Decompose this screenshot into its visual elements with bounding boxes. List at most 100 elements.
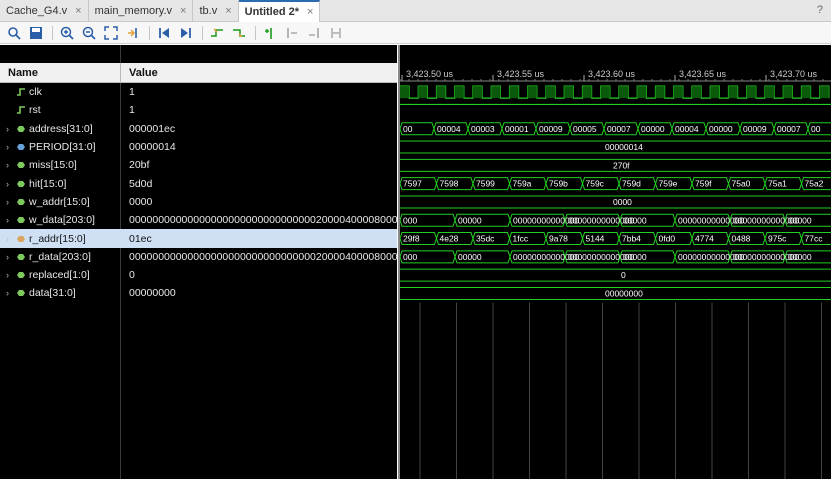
chevron-right-icon[interactable]: › xyxy=(6,234,16,244)
chevron-right-icon[interactable]: › xyxy=(6,215,16,225)
signal-row[interactable]: › r_data[203:0] 00000000000000000000000000… xyxy=(0,248,397,266)
waveform-panel[interactable]: 3,423.50 us 3,423.55 us 3,423.60 us 3,423.6… xyxy=(398,45,831,479)
bit-signal-icon xyxy=(17,88,25,96)
waveform-canvas[interactable]: 3,423.50 us 3,423.55 us 3,423.60 us 3,423.6… xyxy=(400,45,831,479)
address-bus-value: 00004 xyxy=(437,124,461,134)
signal-name: data[31:0] xyxy=(29,287,76,300)
zoom-fit-icon[interactable] xyxy=(101,23,121,43)
bus-signal-icon xyxy=(17,180,25,187)
r-addr-bus-value: 4774 xyxy=(695,234,714,244)
address-bus-value: 00007 xyxy=(607,124,631,134)
address-bus-value: 00 xyxy=(811,124,821,134)
signal-value: 00000000 xyxy=(129,287,176,300)
chevron-right-icon[interactable]: › xyxy=(6,270,16,280)
r-addr-bus-value: 1fcc xyxy=(513,234,529,244)
address-bus-value: 00000 xyxy=(709,124,733,134)
signal-name-cell: › w_data[203:0] xyxy=(0,214,121,226)
help-icon[interactable]: ? xyxy=(817,4,823,16)
chevron-right-icon[interactable]: › xyxy=(6,197,16,207)
hit-bus-value: 759c xyxy=(586,179,605,189)
chevron-right-icon[interactable]: › xyxy=(6,179,16,189)
go-to-cursor-icon[interactable] xyxy=(123,23,143,43)
address-bus-value: 00004 xyxy=(675,124,699,134)
r-addr-bus-value: 4e28 xyxy=(440,234,459,244)
signal-rows: clk 1 rst 1 › address[31:0] 000001ec › PERIOD[31… xyxy=(0,83,397,303)
signal-value: 1 xyxy=(129,86,135,99)
signal-name-cell: › PERIOD[31:0] xyxy=(0,141,121,153)
clk-high-fill xyxy=(546,86,556,99)
signal-row[interactable]: › w_addr[15:0] 0000 xyxy=(0,193,397,211)
address-bus-value: 00003 xyxy=(471,124,495,134)
previous-transition-icon[interactable] xyxy=(207,23,227,43)
signal-name-cell: › miss[15:0] xyxy=(0,159,121,171)
save-icon[interactable] xyxy=(26,23,46,43)
add-marker-icon[interactable] xyxy=(260,23,280,43)
chevron-right-icon[interactable]: › xyxy=(6,288,16,298)
signal-name: hit[15:0] xyxy=(29,177,67,190)
tab-main-memory[interactable]: main_memory.v × xyxy=(89,0,194,22)
signal-row[interactable]: › r_addr[15:0] 01ec xyxy=(0,229,397,248)
go-to-time-0-icon[interactable] xyxy=(154,23,174,43)
clk-high-fill xyxy=(783,86,793,99)
search-icon[interactable] xyxy=(4,23,24,43)
tab-label: main_memory.v xyxy=(94,5,173,17)
tab-cache-g4[interactable]: Cache_G4.v × xyxy=(0,0,89,22)
clk-high-fill xyxy=(491,86,501,99)
chevron-right-icon[interactable]: › xyxy=(6,252,16,262)
signal-name-cell: › w_addr[15:0] xyxy=(0,196,121,208)
address-bus-value: 00001 xyxy=(505,124,529,134)
r-addr-bus-value: 7bb4 xyxy=(622,234,641,244)
value-column-header[interactable]: Value xyxy=(121,67,158,79)
signal-row[interactable]: clk 1 xyxy=(0,83,397,101)
time-label: 3,423.60 us xyxy=(588,69,636,79)
signal-row[interactable]: › w_data[203:0] 00000000000000000000000000… xyxy=(0,211,397,229)
chevron-right-icon[interactable]: › xyxy=(6,142,16,152)
clk-high-fill xyxy=(582,86,592,99)
column-header: Name Value xyxy=(0,62,397,83)
waveform-toolbar xyxy=(0,22,831,44)
signal-row[interactable]: › replaced[1:0] 0 xyxy=(0,266,397,284)
close-icon[interactable]: × xyxy=(307,6,313,18)
name-column-header[interactable]: Name xyxy=(0,62,121,83)
signal-row[interactable]: › miss[15:0] 20bf xyxy=(0,156,397,174)
hit-bus-value: 7597 xyxy=(403,179,422,189)
signal-row[interactable]: › data[31:0] 00000000 xyxy=(0,284,397,302)
close-icon[interactable]: × xyxy=(225,5,231,17)
hit-bus-value: 759d xyxy=(622,179,641,189)
clk-high-fill xyxy=(637,86,647,99)
tab-tb[interactable]: tb.v × xyxy=(193,0,239,22)
zoom-out-icon[interactable] xyxy=(79,23,99,43)
signal-row[interactable]: rst 1 xyxy=(0,101,397,119)
r-addr-bus-value: 9a78 xyxy=(549,234,568,244)
chevron-right-icon[interactable]: › xyxy=(6,124,16,134)
bus-signal-icon xyxy=(17,235,25,242)
next-marker-icon[interactable] xyxy=(304,23,324,43)
signal-row[interactable]: › PERIOD[31:0] 00000014 xyxy=(0,138,397,156)
clk-high-fill xyxy=(655,86,665,99)
signal-row[interactable]: › hit[15:0] 5d0d xyxy=(0,174,397,192)
go-to-last-time-icon[interactable] xyxy=(176,23,196,43)
chevron-right-icon[interactable]: › xyxy=(6,160,16,170)
time-label: 3,423.65 us xyxy=(679,69,727,79)
signal-name: PERIOD[31:0] xyxy=(29,141,96,154)
next-transition-icon[interactable] xyxy=(229,23,249,43)
address-bus-value: 00005 xyxy=(573,124,597,134)
signal-name-cell: › address[31:0] xyxy=(0,123,121,135)
toolbar-divider xyxy=(202,25,203,40)
tab-untitled-2[interactable]: Untitled 2* × xyxy=(238,0,321,22)
clk-high-fill xyxy=(473,86,483,99)
close-icon[interactable]: × xyxy=(75,5,81,17)
w-data-bus-value: 00000 xyxy=(623,215,647,225)
signal-name: replaced[1:0] xyxy=(29,269,90,282)
tab-label: Untitled 2* xyxy=(244,6,300,18)
close-icon[interactable]: × xyxy=(180,5,186,17)
bus-signal-icon xyxy=(17,253,25,260)
zoom-in-icon[interactable] xyxy=(57,23,77,43)
previous-marker-icon[interactable] xyxy=(282,23,302,43)
tab-label: tb.v xyxy=(199,5,218,17)
clk-high-fill xyxy=(710,86,720,99)
clk-high-fill xyxy=(728,86,738,99)
hit-bus-value: 75a0 xyxy=(732,179,751,189)
swap-cursors-icon[interactable] xyxy=(326,23,346,43)
signal-row[interactable]: › address[31:0] 000001ec xyxy=(0,120,397,138)
